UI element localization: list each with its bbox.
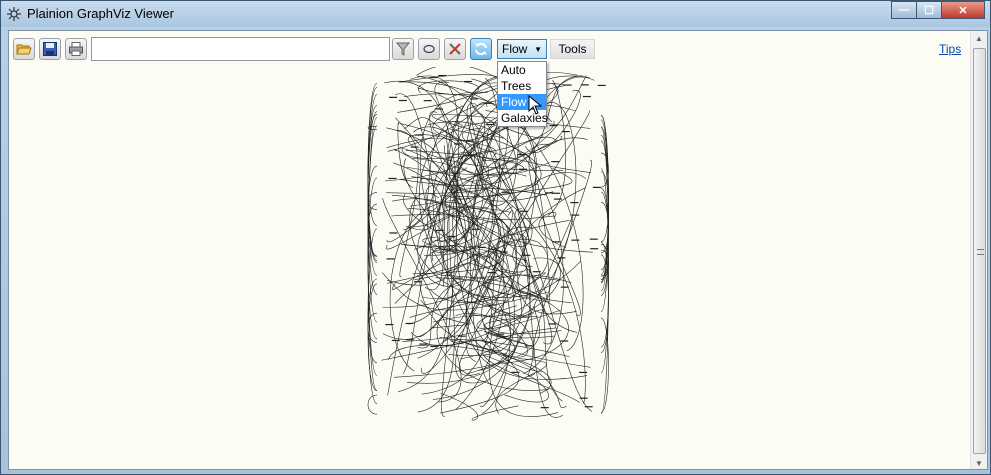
ellipse-icon xyxy=(423,44,435,54)
app-window: Plainion GraphViz Viewer — ☐ ✕ Flow ▼ To… xyxy=(0,0,991,475)
printer-icon xyxy=(69,42,83,56)
close-icon: ✕ xyxy=(958,4,968,17)
refresh-button[interactable] xyxy=(470,38,492,60)
layout-option-auto[interactable]: Auto xyxy=(498,62,546,78)
tools-button[interactable]: Tools xyxy=(550,39,595,59)
filter-icon xyxy=(395,42,411,56)
layout-algorithm-select[interactable]: Flow ▼ xyxy=(497,39,547,59)
close-button[interactable]: ✕ xyxy=(941,1,985,19)
floppy-disk-icon xyxy=(43,42,57,56)
minimize-button[interactable]: — xyxy=(891,1,917,19)
toolbar: Flow ▼ Tools Tips xyxy=(9,31,971,67)
title-bar[interactable]: Plainion GraphViz Viewer — ☐ ✕ xyxy=(1,1,990,27)
layout-option-galaxies[interactable]: Galaxies xyxy=(498,110,548,126)
graph-canvas[interactable] xyxy=(9,67,971,469)
vertical-scrollbar[interactable]: ▲ ▼ xyxy=(970,31,987,469)
filter-button[interactable] xyxy=(392,38,414,60)
minimize-icon: — xyxy=(898,4,910,16)
tips-link[interactable]: Tips xyxy=(939,42,961,56)
refresh-icon xyxy=(475,42,487,56)
save-button[interactable] xyxy=(39,38,61,60)
layout-dropdown: Auto Trees Flow Galaxies xyxy=(497,61,548,127)
app-icon xyxy=(7,7,21,21)
layout-option-flow[interactable]: Flow xyxy=(498,94,546,110)
maximize-button[interactable]: ☐ xyxy=(916,1,942,19)
chevron-down-icon: ▼ xyxy=(534,44,542,54)
search-input[interactable] xyxy=(91,37,390,61)
window-title: Plainion GraphViz Viewer xyxy=(27,6,174,21)
tools-icon xyxy=(449,43,461,55)
print-button[interactable] xyxy=(65,38,87,60)
folder-open-icon xyxy=(16,44,32,55)
scroll-down-icon[interactable]: ▼ xyxy=(975,459,983,468)
ellipse-button[interactable] xyxy=(418,38,440,60)
scroll-up-icon[interactable]: ▲ xyxy=(975,34,983,43)
graph-visualization xyxy=(367,67,609,421)
open-button[interactable] xyxy=(13,38,35,60)
layout-selected-value: Flow xyxy=(502,42,528,56)
scrollbar-thumb[interactable] xyxy=(973,48,986,454)
client-area: Flow ▼ Tools Tips Auto Trees Flow Galaxi… xyxy=(8,30,988,470)
layout-option-trees[interactable]: Trees xyxy=(498,78,546,94)
maximize-icon: ☐ xyxy=(924,4,934,17)
settings-button[interactable] xyxy=(444,38,466,60)
